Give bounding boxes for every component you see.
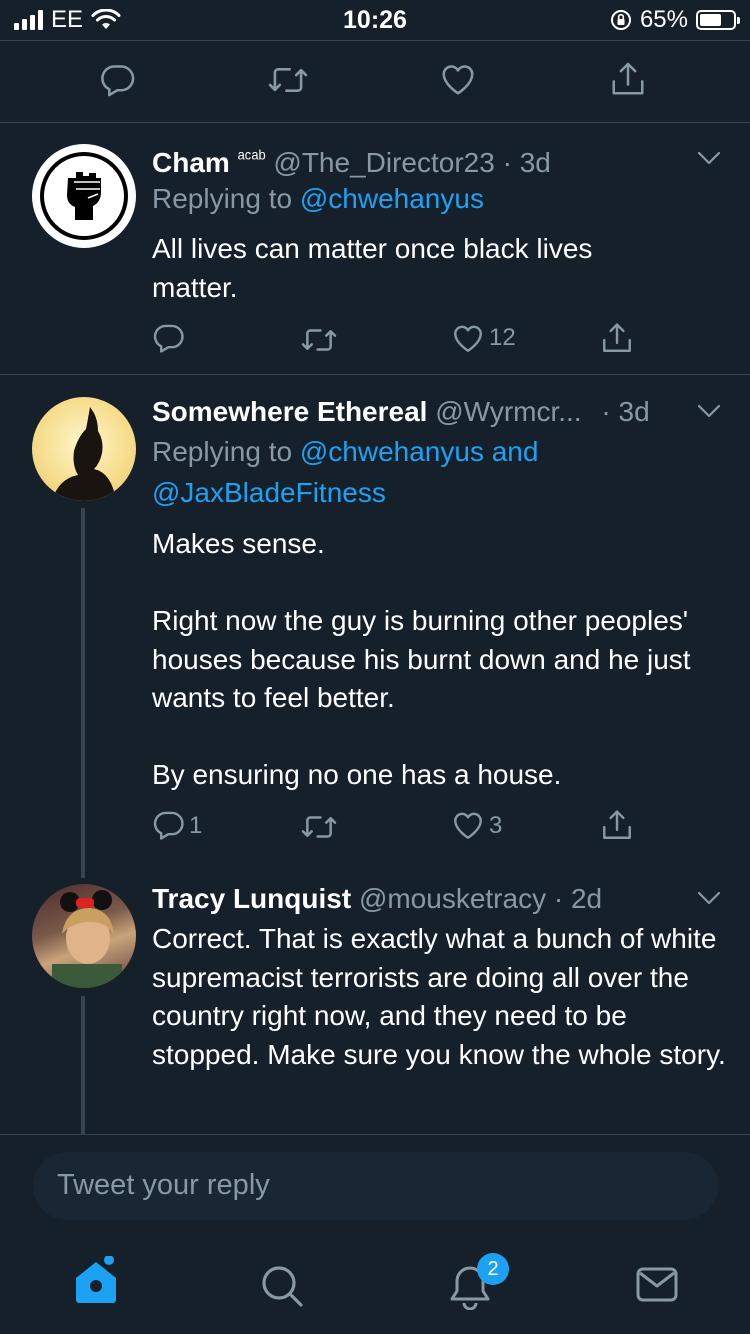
name-suffix: ᵃᶜᵃᵇ [237,148,266,169]
like-count: 3 [489,812,503,839]
reply-placeholder: Tweet your reply [57,1169,270,1201]
like-icon[interactable] [451,809,485,841]
replying-to-continued: @JaxBladeFitness [152,476,386,510]
replying-to: Replying to @chwehanyus and [152,435,538,469]
tweet-text: All lives can matter once black lives ma… [152,233,593,303]
status-right: 65% [610,6,740,34]
replying-label: Replying to [152,436,293,467]
mention-link[interactable]: @chwehanyus and [300,436,539,467]
search-icon[interactable] [260,1264,304,1308]
timestamp: · 2d [553,883,603,914]
home-icon[interactable] [72,1256,120,1306]
tweet-paragraph: Makes sense. [152,528,325,559]
battery-icon [696,10,740,30]
retweet-icon[interactable] [301,811,337,843]
reply-icon[interactable] [99,61,137,99]
avatar[interactable] [32,884,136,988]
notifications-badge: 2 [477,1253,509,1285]
thread-line [81,508,85,878]
thread-line [81,996,85,1136]
divider [0,122,750,123]
tweet-header: Somewhere Ethereal @Wyrmcr... · 3d [152,395,650,429]
raised-fist-icon [36,148,132,244]
mention-link[interactable]: @chwehanyus [300,183,484,214]
replying-label: Replying to [152,183,293,214]
tweet-paragraph: By ensuring no one has a house. [152,759,562,790]
tweet-text: Correct. That is exactly what a bunch of… [152,923,726,1070]
person-photo-icon [52,890,122,988]
tweet-text: Makes sense. Right now the guy is burnin… [152,525,722,795]
tab-bar: 2 [0,1230,750,1334]
mention-link[interactable]: @JaxBladeFitness [152,477,386,508]
display-name[interactable]: Somewhere Ethereal [152,396,427,427]
tweet-paragraph: Right now the guy is burning other peopl… [152,605,691,713]
display-name[interactable]: Cham [152,147,230,178]
divider [0,374,750,375]
like-icon[interactable] [451,322,485,354]
chevron-down-icon[interactable] [696,150,722,171]
chevron-down-icon[interactable] [696,890,722,911]
messages-icon[interactable] [636,1266,678,1304]
reply-input[interactable]: Tweet your reply [33,1152,718,1220]
status-bar: EE 10:26 65% [0,0,750,40]
handle[interactable]: @Wyrmcr... [435,396,581,427]
timestamp: · 3d [502,147,551,178]
replying-to: Replying to @chwehanyus [152,182,484,216]
rotation-lock-icon [610,10,631,30]
like-icon[interactable] [439,61,477,97]
display-name[interactable]: Tracy Lunquist [152,883,351,914]
timestamp: · 3d [601,396,650,427]
share-icon[interactable] [600,320,634,356]
share-icon[interactable] [609,59,647,99]
battery-percent: 65% [639,6,688,33]
reply-icon[interactable] [152,808,186,842]
tweet-header: Tracy Lunquist @mousketracy · 2d [152,882,602,916]
retweet-icon[interactable] [268,62,308,98]
avatar[interactable] [32,397,136,501]
chevron-down-icon[interactable] [696,403,722,424]
retweet-icon[interactable] [301,324,337,356]
tweet-header: Cham ᵃᶜᵃᵇ @The_Director23 · 3d [152,142,551,180]
like-count: 12 [489,324,516,351]
share-icon[interactable] [600,807,634,843]
divider [0,40,750,41]
handle[interactable]: @mousketracy [359,883,546,914]
divider [0,1134,750,1135]
reply-count: 1 [189,812,203,839]
handle[interactable]: @The_Director23 [273,147,494,178]
avatar[interactable] [32,144,136,248]
raven-silhouette-icon [52,407,116,501]
reply-icon[interactable] [152,321,186,355]
